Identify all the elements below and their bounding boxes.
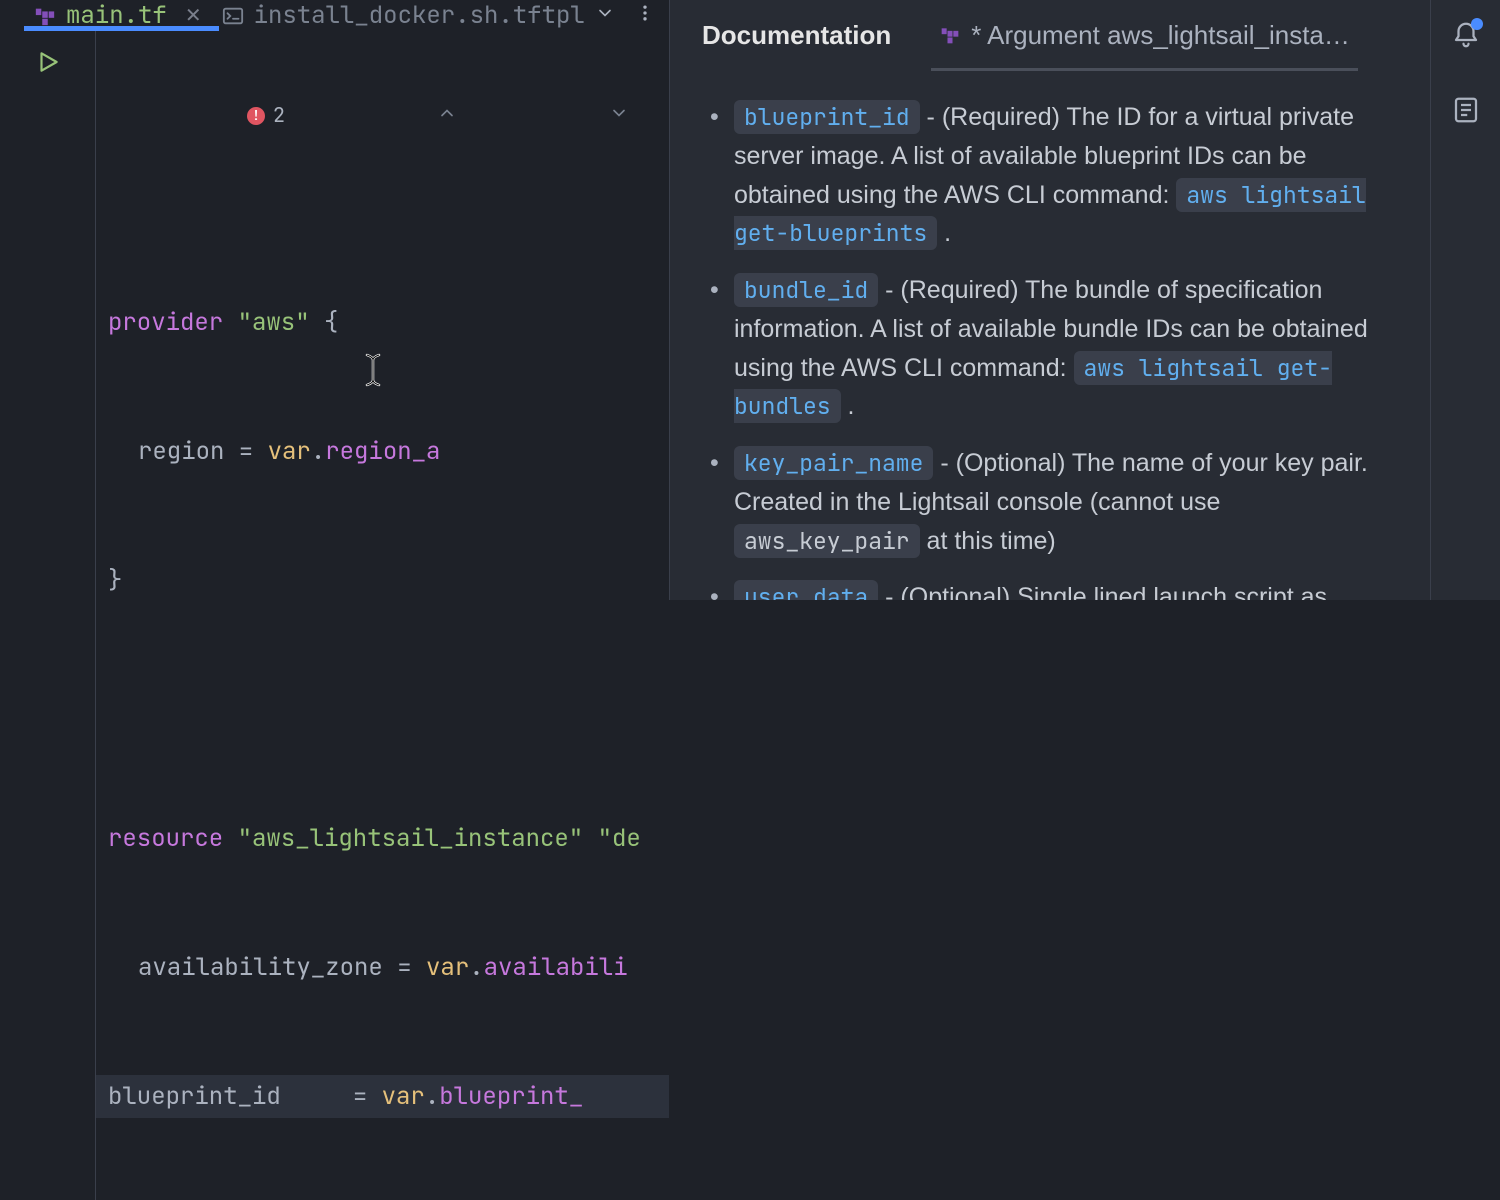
doc-tab-argument[interactable]: * Argument aws_lightsail_insta… bbox=[935, 2, 1354, 69]
error-count: 2 bbox=[273, 94, 285, 137]
doc-item-key-pair-name: key_pair_name - (Optional) The name of y… bbox=[706, 444, 1394, 560]
chevron-down-icon[interactable] bbox=[465, 51, 629, 180]
arg-name: key_pair_name bbox=[734, 446, 933, 480]
run-icon[interactable] bbox=[35, 49, 61, 1200]
code-area[interactable]: ! 2 provider "aws" { region = var.region… bbox=[95, 31, 669, 1200]
reader-mode-button[interactable] bbox=[1451, 95, 1481, 130]
error-badge[interactable]: ! 2 bbox=[247, 51, 629, 180]
more-icon[interactable] bbox=[635, 3, 655, 28]
documentation-pane: Documentation * Argument aws_lightsail_i… bbox=[670, 0, 1430, 600]
chevron-down-icon[interactable] bbox=[595, 3, 615, 28]
notification-dot bbox=[1471, 18, 1483, 30]
document-icon bbox=[1451, 95, 1481, 125]
doc-tab-bar: Documentation * Argument aws_lightsail_i… bbox=[670, 0, 1430, 70]
editor-pane: main.tf ✕ install_docker.sh.tftpl bbox=[0, 0, 670, 600]
doc-tab-label: Documentation bbox=[702, 20, 891, 51]
tab-label: main.tf bbox=[66, 0, 167, 31]
doc-list: blueprint_id - (Required) The ID for a v… bbox=[706, 98, 1394, 600]
editor-body: ! 2 provider "aws" { region = var.region… bbox=[0, 31, 669, 1200]
arg-name: blueprint_id bbox=[734, 100, 920, 134]
tab-label: install_docker.sh.tftpl bbox=[254, 0, 585, 31]
error-icon: ! bbox=[247, 107, 265, 125]
editor-tab-bar: main.tf ✕ install_docker.sh.tftpl bbox=[0, 0, 669, 31]
arg-name: user_data bbox=[734, 580, 878, 600]
doc-tab-documentation[interactable]: Documentation bbox=[698, 2, 895, 69]
tab-overflow-controls bbox=[595, 3, 655, 28]
doc-tab-label: * Argument aws_lightsail_insta… bbox=[971, 20, 1350, 51]
editor-gutter bbox=[0, 31, 95, 1200]
tab-main-tf[interactable]: main.tf ✕ bbox=[24, 0, 212, 31]
doc-body[interactable]: blueprint_id - (Required) The ID for a v… bbox=[670, 70, 1430, 600]
chevron-up-icon[interactable] bbox=[293, 51, 457, 180]
tab-install-docker[interactable]: install_docker.sh.tftpl bbox=[212, 0, 595, 31]
doc-item-user-data: user_data - (Optional) Single lined laun… bbox=[706, 578, 1394, 600]
terraform-icon bbox=[939, 24, 961, 46]
close-icon[interactable]: ✕ bbox=[185, 3, 202, 28]
doc-item-blueprint-id: blueprint_id - (Required) The ID for a v… bbox=[706, 98, 1394, 253]
terminal-icon bbox=[222, 5, 244, 27]
inline-code: aws_key_pair bbox=[734, 524, 920, 558]
terraform-icon bbox=[34, 5, 56, 27]
arg-name: bundle_id bbox=[734, 273, 878, 307]
right-rail bbox=[1430, 0, 1500, 600]
notifications-button[interactable] bbox=[1451, 20, 1481, 55]
doc-item-bundle-id: bundle_id - (Required) The bundle of spe… bbox=[706, 271, 1394, 426]
